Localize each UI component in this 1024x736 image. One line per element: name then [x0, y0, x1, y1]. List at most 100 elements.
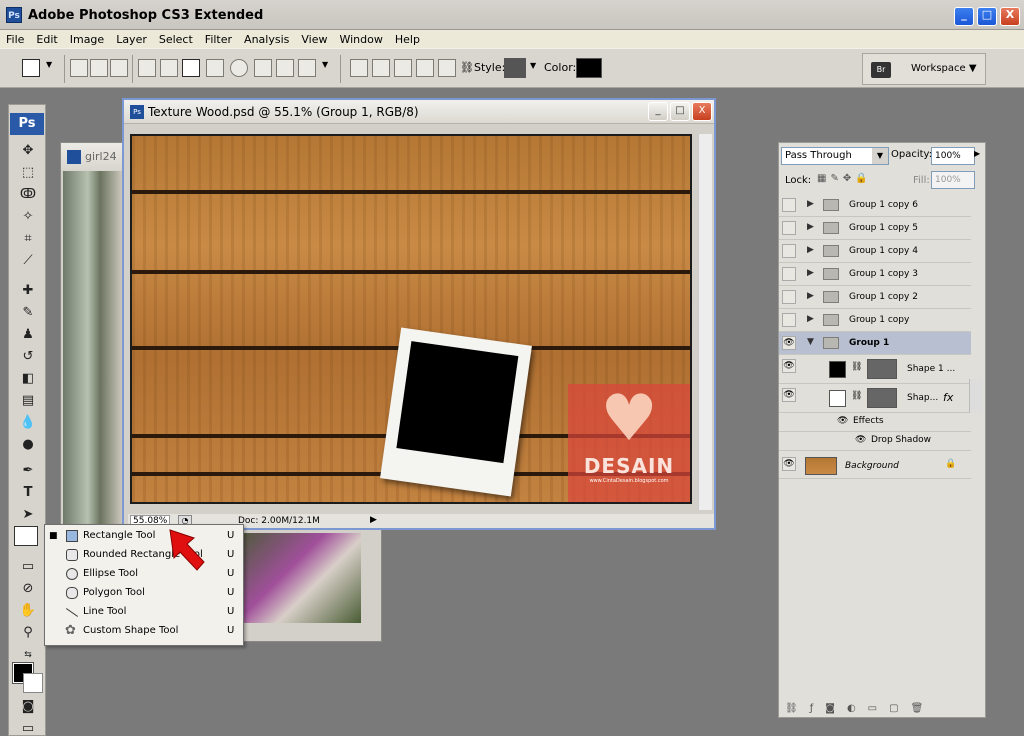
chevron-down-icon[interactable]: ▼	[872, 148, 888, 164]
new-group-icon[interactable]: ▭	[868, 703, 889, 714]
menu-analysis[interactable]: Analysis	[244, 33, 289, 46]
menu-image[interactable]: Image	[70, 33, 104, 46]
collapse-triangle-icon[interactable]: ▼	[807, 337, 814, 347]
link-icon[interactable]: ⛓	[460, 61, 474, 74]
move-tool-icon[interactable]: ✥	[18, 141, 38, 161]
bridge-icon[interactable]: Br	[871, 62, 891, 78]
shape-layers-icon[interactable]	[70, 59, 88, 77]
style-dropdown-icon[interactable]: ▼	[530, 61, 536, 70]
doc-maximize-button[interactable]: □	[670, 102, 690, 121]
eye-icon[interactable]: 👁	[782, 359, 796, 373]
layers-scrollbar[interactable]	[969, 379, 983, 413]
dodge-tool-icon[interactable]: ●	[18, 435, 38, 455]
document-window[interactable]: Ps Texture Wood.psd @ 55.1% (Group 1, RG…	[122, 98, 716, 530]
eye-icon[interactable]: 👁	[837, 416, 848, 426]
history-brush-icon[interactable]: ↺	[18, 347, 38, 367]
custom-shape-icon[interactable]	[298, 59, 316, 77]
style-swatch[interactable]	[504, 58, 526, 78]
tool-preset-dropdown-icon[interactable]: ▼	[46, 60, 52, 69]
flyout-item-polygon[interactable]: Polygon Tool U	[45, 584, 243, 603]
rounded-rectangle-icon[interactable]	[206, 59, 224, 77]
fill-pixels-icon[interactable]	[110, 59, 128, 77]
layer-row[interactable]: ▶ Group 1 copy 6	[779, 194, 971, 217]
workspace-switcher[interactable]: Br Workspace ▼	[862, 53, 986, 85]
visibility-toggle[interactable]	[782, 198, 796, 212]
custom-shape-dropdown-icon[interactable]: ▼	[322, 60, 328, 69]
lasso-tool-icon[interactable]: ↂ	[18, 185, 38, 205]
workspace-label[interactable]: Workspace ▼	[911, 63, 977, 74]
visibility-toggle[interactable]	[782, 290, 796, 304]
magic-wand-icon[interactable]: ✧	[18, 207, 38, 227]
clone-stamp-icon[interactable]: ♟	[18, 325, 38, 345]
expand-triangle-icon[interactable]: ▶	[807, 268, 814, 278]
menu-layer[interactable]: Layer	[116, 33, 147, 46]
status-arrow-icon[interactable]: ▶	[370, 515, 377, 525]
paths-icon[interactable]	[90, 59, 108, 77]
link-icon[interactable]: ⛓	[851, 391, 862, 401]
color-swatch[interactable]	[576, 58, 602, 78]
eye-icon[interactable]: 👁	[782, 388, 796, 402]
quick-mask-icon[interactable]: ◙	[18, 697, 38, 717]
expand-triangle-icon[interactable]: ▶	[807, 245, 814, 255]
trash-icon[interactable]: 🗑	[911, 703, 936, 714]
doc-close-button[interactable]: X	[692, 102, 712, 121]
effect-row[interactable]: 👁 Drop Shadow	[779, 432, 971, 451]
visibility-toggle[interactable]	[782, 313, 796, 327]
swap-colors-icon[interactable]: ⇆	[18, 645, 38, 665]
flyout-item-rounded-rectangle[interactable]: Rounded Rectangle Tool U	[45, 546, 243, 565]
fx-icon[interactable]: fx	[943, 391, 953, 404]
layer-row[interactable]: ▶ Group 1 copy 3	[779, 263, 971, 286]
adjustment-layer-icon[interactable]: ◐	[847, 703, 868, 714]
opacity-arrow-icon[interactable]: ▶	[974, 149, 980, 158]
new-layer-mode-icon[interactable]	[350, 59, 368, 77]
intersect-mode-icon[interactable]	[416, 59, 434, 77]
flyout-item-rectangle[interactable]: ■ Rectangle Tool U	[45, 527, 243, 546]
slice-tool-icon[interactable]: ⟋	[18, 251, 38, 271]
opacity-field[interactable]: 100%	[931, 147, 975, 165]
visibility-toggle[interactable]	[782, 221, 796, 235]
brush-tool-icon[interactable]: ✎	[18, 303, 38, 323]
freeform-pen-icon[interactable]	[160, 59, 178, 77]
notes-tool-icon[interactable]: ▭	[18, 557, 38, 577]
menu-help[interactable]: Help	[395, 33, 420, 46]
lock-icons[interactable]: ▦✎✥🔒	[817, 173, 872, 184]
new-layer-icon[interactable]: ▢	[889, 703, 910, 714]
layer-row-selected[interactable]: 👁 ▼ Group 1	[779, 332, 971, 355]
subtract-mode-icon[interactable]	[394, 59, 412, 77]
gradient-tool-icon[interactable]: ▤	[18, 391, 38, 411]
path-selection-icon[interactable]: ➤	[18, 505, 38, 525]
polaroid-frame[interactable]	[380, 327, 532, 497]
layer-row[interactable]: ▶ Group 1 copy 4	[779, 240, 971, 263]
eraser-tool-icon[interactable]: ◧	[18, 369, 38, 389]
minimize-button[interactable]: _	[954, 7, 974, 26]
layer-row[interactable]: 👁 ⛓ Shap... fx	[779, 384, 971, 413]
canvas[interactable]: ♥ DESAIN www.CintaDesain.blogspot.com	[130, 134, 692, 504]
doc-minimize-button[interactable]: _	[648, 102, 668, 121]
eye-icon[interactable]: 👁	[855, 435, 866, 445]
layer-row[interactable]: 👁 Background 🔒	[779, 453, 971, 479]
menu-edit[interactable]: Edit	[36, 33, 57, 46]
menu-window[interactable]: Window	[339, 33, 382, 46]
layer-row[interactable]: ▶ Group 1 copy 2	[779, 286, 971, 309]
visibility-toggle[interactable]	[782, 244, 796, 258]
hand-tool-icon[interactable]: ✋	[18, 601, 38, 621]
visibility-toggle[interactable]	[782, 267, 796, 281]
close-button[interactable]: X	[1000, 7, 1020, 26]
pen-tool-icon[interactable]: ✒	[18, 461, 38, 481]
vertical-scrollbar[interactable]	[698, 134, 712, 510]
layer-row[interactable]: ▶ Group 1 copy	[779, 309, 971, 332]
add-mask-icon[interactable]: ◙	[825, 703, 847, 714]
add-mode-icon[interactable]	[372, 59, 390, 77]
expand-triangle-icon[interactable]: ▶	[807, 314, 814, 324]
line-icon[interactable]	[276, 59, 294, 77]
exclude-mode-icon[interactable]	[438, 59, 456, 77]
flyout-item-custom-shape[interactable]: ✿ Custom Shape Tool U	[45, 622, 243, 641]
layer-row[interactable]: ▶ Group 1 copy 5	[779, 217, 971, 240]
layer-row[interactable]: 👁 ⛓ Shape 1 ...	[779, 355, 971, 384]
blend-mode-select[interactable]: Pass Through ▼	[781, 147, 889, 165]
expand-triangle-icon[interactable]: ▶	[807, 222, 814, 232]
menu-filter[interactable]: Filter	[205, 33, 232, 46]
eye-icon[interactable]: 👁	[782, 336, 796, 350]
menu-view[interactable]: View	[301, 33, 327, 46]
document-titlebar[interactable]: Ps Texture Wood.psd @ 55.1% (Group 1, RG…	[124, 100, 714, 124]
